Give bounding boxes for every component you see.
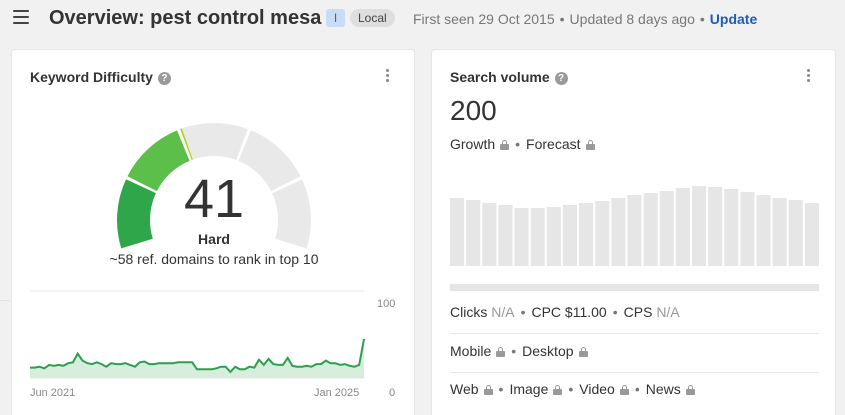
- lock-icon: [685, 385, 695, 395]
- separator-dot: •: [568, 381, 574, 397]
- image-link[interactable]: Image: [509, 381, 563, 397]
- updated-text: Updated 8 days ago: [569, 11, 695, 27]
- news-link[interactable]: News: [646, 381, 695, 397]
- metrics-row: Clicks N/A • CPC $11.00 • CPS N/A: [450, 304, 819, 334]
- first-seen-text: First seen 29 Oct 2015: [413, 11, 555, 27]
- cpc-value: CPC $11.00: [531, 304, 607, 320]
- volume-bar: [595, 201, 610, 266]
- mobile-link[interactable]: Mobile: [450, 343, 506, 359]
- search-type-row: Web • Image • Video • News: [450, 381, 819, 403]
- volume-bar: [546, 207, 561, 266]
- volume-bar: [514, 208, 529, 266]
- header-meta: First seen 29 Oct 2015 • Updated 8 days ag…: [413, 11, 757, 27]
- volume-bar: [450, 198, 465, 266]
- volume-bar: [498, 205, 513, 266]
- clicks-value: N/A: [491, 304, 515, 320]
- volume-bar: [804, 203, 819, 266]
- y-tick-min: 0: [389, 387, 396, 399]
- lock-icon: [619, 385, 629, 395]
- update-link[interactable]: Update: [710, 11, 757, 27]
- keyword-difficulty-card: Keyword Difficulty? 41 Hard ~58 ref. dom…: [11, 49, 415, 415]
- kd-history-chart: [30, 290, 365, 379]
- hamburger-menu-icon[interactable]: [13, 10, 29, 26]
- volume-bar: [692, 186, 707, 266]
- local-badge[interactable]: Local: [350, 9, 395, 27]
- desktop-link[interactable]: Desktop: [522, 343, 588, 359]
- volume-bar: [530, 208, 545, 266]
- separator-dot: •: [612, 304, 618, 320]
- device-row: Mobile • Desktop: [450, 343, 819, 373]
- intent-badge[interactable]: I: [326, 9, 345, 27]
- y-tick-max: 100: [377, 298, 396, 310]
- volume-bar: [708, 187, 723, 266]
- volume-bar: [740, 192, 755, 266]
- web-link[interactable]: Web: [450, 381, 493, 397]
- volume-bar: [579, 203, 594, 266]
- separator-dot: •: [559, 11, 565, 27]
- clicks-label: Clicks: [450, 304, 488, 320]
- page-title: Overview: pest control mesa: [49, 7, 322, 29]
- volume-bar: [724, 189, 739, 266]
- page-header: Overview: pest control mesa I Local Firs…: [0, 0, 845, 40]
- separator-dot: •: [520, 304, 526, 320]
- video-link[interactable]: Video: [579, 381, 629, 397]
- x-tick-start: Jun 2021: [30, 387, 76, 399]
- lock-icon: [578, 347, 588, 357]
- cps-value: N/A: [656, 304, 680, 320]
- volume-bar: [627, 195, 642, 266]
- search-volume-bars: [450, 186, 819, 291]
- volume-bar: [675, 188, 690, 266]
- separator-dot: •: [511, 343, 517, 359]
- timeline-scrollbar[interactable]: [450, 284, 819, 291]
- volume-bar: [772, 198, 787, 266]
- volume-bar: [611, 198, 626, 266]
- left-panel-edge: [0, 300, 10, 415]
- volume-bar: [788, 200, 803, 266]
- volume-bar: [482, 203, 497, 266]
- volume-bar: [659, 191, 674, 266]
- separator-dot: •: [699, 11, 705, 27]
- volume-bar: [643, 193, 658, 266]
- separator-dot: •: [634, 381, 640, 397]
- cps-label: CPS: [623, 304, 653, 320]
- lock-icon: [553, 385, 563, 395]
- volume-bar: [756, 195, 771, 266]
- lock-icon: [483, 385, 493, 395]
- separator-dot: •: [498, 381, 504, 397]
- search-volume-card: Search volume? 200 Growth • Forecast Click…: [431, 49, 836, 415]
- x-tick-end: Jan 2025: [314, 387, 360, 399]
- volume-bar: [562, 205, 577, 266]
- lock-icon: [496, 347, 506, 357]
- volume-bar: [466, 200, 481, 266]
